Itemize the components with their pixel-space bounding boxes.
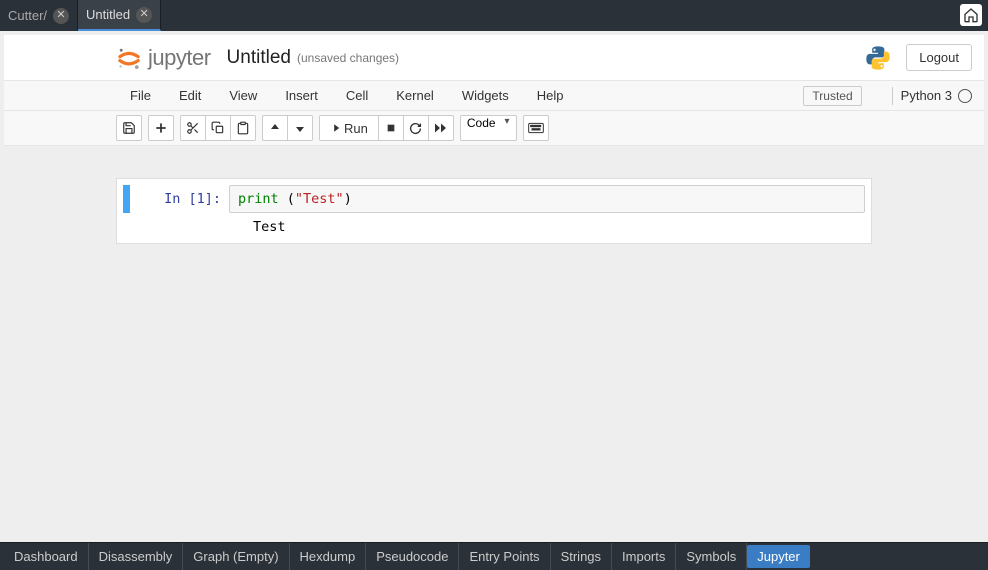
copy-button[interactable] [205, 115, 231, 141]
jupyter-logo[interactable]: jupyter [116, 45, 211, 71]
menu-widgets[interactable]: Widgets [448, 81, 523, 110]
run-label: Run [344, 121, 368, 136]
restart-run-all-button[interactable] [428, 115, 454, 141]
close-icon[interactable]: ✕ [136, 7, 152, 23]
kernel-name: Python 3 [901, 88, 952, 103]
cell-type-select[interactable]: Code [460, 115, 517, 141]
command-palette-button[interactable] [523, 115, 549, 141]
tab-hexdump[interactable]: Hexdump [290, 543, 367, 570]
divider [892, 87, 893, 105]
kernel-status-icon [958, 89, 972, 103]
close-icon[interactable]: ✕ [53, 8, 69, 24]
tab-graph[interactable]: Graph (Empty) [183, 543, 289, 570]
run-button[interactable]: Run [319, 115, 379, 141]
code-cell[interactable]: In [1]: print ("Test") [123, 185, 865, 213]
tab-symbols[interactable]: Symbols [676, 543, 747, 570]
tab-jupyter[interactable]: Jupyter [747, 545, 810, 568]
window-tab-cutter[interactable]: Cutter/ ✕ [0, 0, 78, 31]
cell-type-value: Code [467, 116, 496, 130]
run-group: Run [319, 115, 454, 141]
menu-edit[interactable]: Edit [165, 81, 215, 110]
save-status: (unsaved changes) [297, 51, 399, 65]
paste-button[interactable] [230, 115, 256, 141]
move-group [262, 115, 313, 141]
kernel-indicator[interactable]: Python 3 [901, 88, 984, 103]
logout-button[interactable]: Logout [906, 44, 972, 71]
cell-container: In [1]: print ("Test") Test [116, 178, 872, 244]
notebook-header: jupyter Untitled (unsaved changes) Logou… [4, 35, 984, 81]
notebook-wrapper: jupyter Untitled (unsaved changes) Logou… [4, 35, 984, 538]
python-logo-icon [864, 44, 892, 72]
jupyter-logo-text: jupyter [148, 45, 211, 71]
tab-label: Cutter/ [8, 8, 47, 23]
tab-entry-points[interactable]: Entry Points [459, 543, 550, 570]
window-tab-bar: Cutter/ ✕ Untitled ✕ [0, 0, 988, 31]
restart-button[interactable] [403, 115, 429, 141]
bottom-tab-bar: Dashboard Disassembly Graph (Empty) Hexd… [0, 542, 988, 570]
tab-pseudocode[interactable]: Pseudocode [366, 543, 459, 570]
save-button[interactable] [116, 115, 142, 141]
menu-cell[interactable]: Cell [332, 81, 382, 110]
output-row: Test [123, 217, 865, 237]
notebook-body[interactable]: In [1]: print ("Test") Test [4, 146, 984, 538]
main-area: jupyter Untitled (unsaved changes) Logou… [0, 31, 988, 542]
tab-dashboard[interactable]: Dashboard [4, 543, 89, 570]
notebook-title[interactable]: Untitled [227, 47, 291, 69]
move-up-button[interactable] [262, 115, 288, 141]
edit-group [180, 115, 256, 141]
cell-selected-marker [123, 185, 130, 213]
tab-strings[interactable]: Strings [551, 543, 612, 570]
menu-file[interactable]: File [116, 81, 165, 110]
move-down-button[interactable] [287, 115, 313, 141]
menu-kernel[interactable]: Kernel [382, 81, 448, 110]
home-button[interactable] [960, 4, 982, 26]
menu-view[interactable]: View [215, 81, 271, 110]
input-prompt: In [1]: [131, 185, 229, 213]
menu-insert[interactable]: Insert [271, 81, 332, 110]
menu-help[interactable]: Help [523, 81, 578, 110]
cut-button[interactable] [180, 115, 206, 141]
window-tab-untitled[interactable]: Untitled ✕ [78, 0, 161, 31]
tab-label: Untitled [86, 7, 130, 22]
trusted-indicator[interactable]: Trusted [803, 86, 861, 106]
interrupt-button[interactable] [378, 115, 404, 141]
tab-disassembly[interactable]: Disassembly [89, 543, 184, 570]
toolbar: Run Code [4, 111, 984, 146]
cell-output: Test [253, 217, 286, 237]
tab-imports[interactable]: Imports [612, 543, 676, 570]
menu-bar: File Edit View Insert Cell Kernel Widget… [4, 81, 984, 111]
add-cell-button[interactable] [148, 115, 174, 141]
code-input[interactable]: print ("Test") [229, 185, 865, 213]
